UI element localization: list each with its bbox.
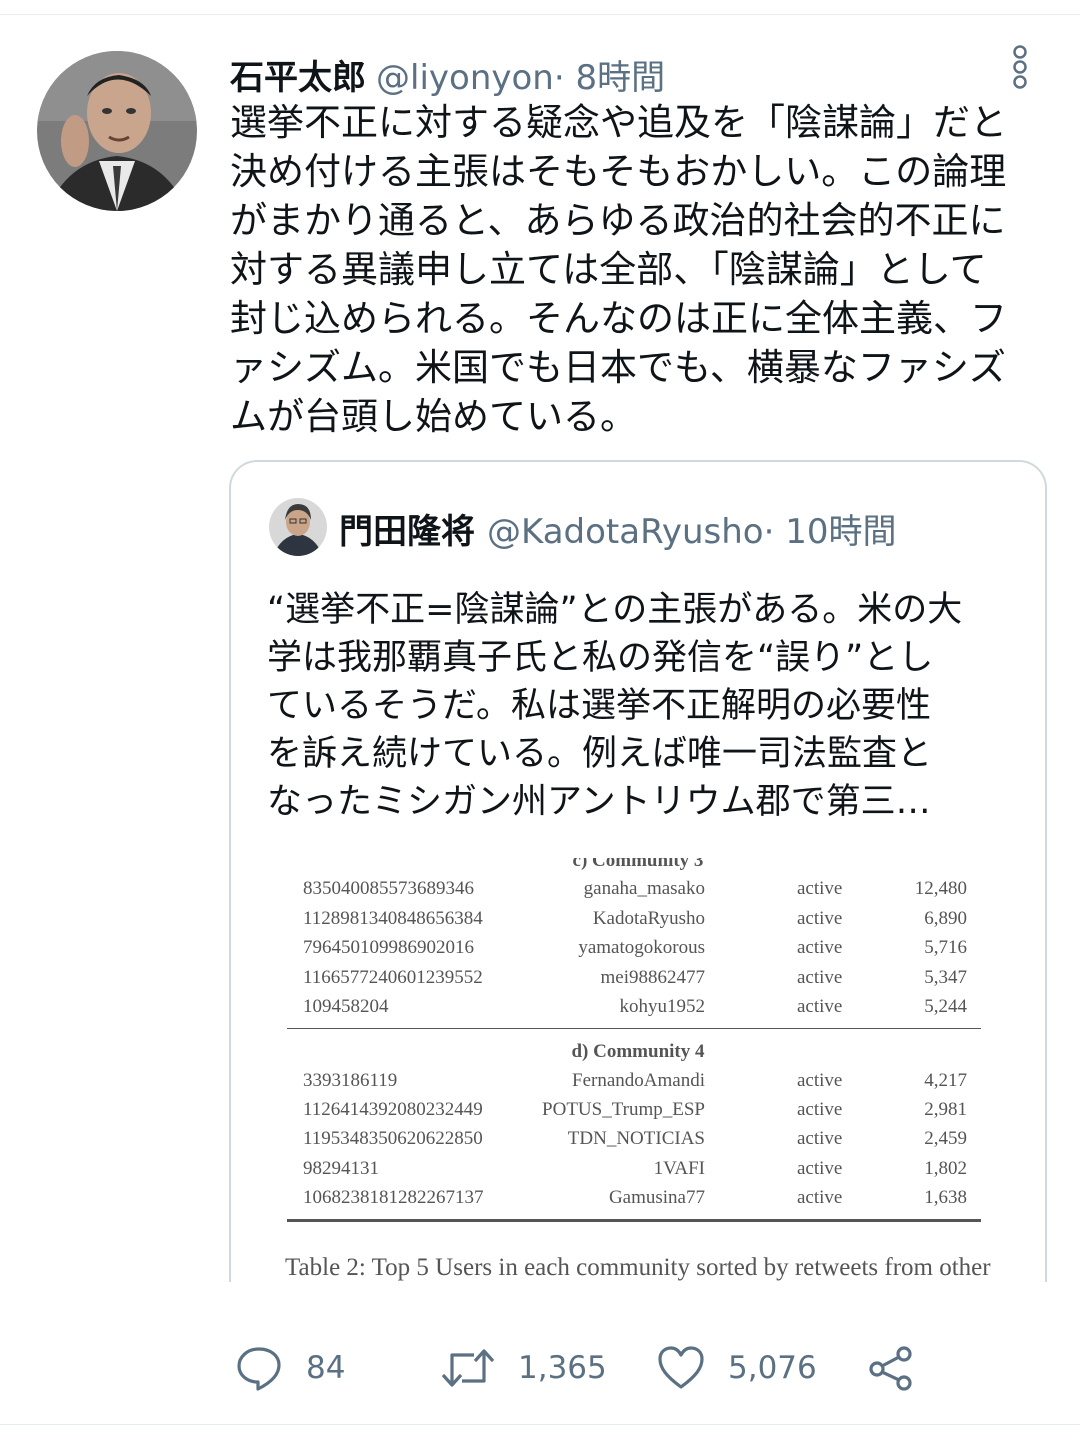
table-row: 3393186119 FernandoAmandi active 4,217 — [303, 1070, 967, 1091]
reply-button[interactable]: 84 — [234, 1340, 345, 1396]
quote-author-handle[interactable]: @KadotaRyusho — [487, 512, 764, 552]
reply-icon — [234, 1343, 284, 1393]
reply-count: 84 — [306, 1350, 346, 1386]
table-row: 109458204 kohyu1952 active 5,244 — [303, 996, 967, 1017]
author-name[interactable]: 石平太郎 — [230, 50, 366, 99]
retweet-button[interactable]: 1,365 — [440, 1340, 607, 1396]
more-icon[interactable] — [1008, 44, 1032, 90]
quote-attached-image[interactable]: c) Community 3 835040085573689346 ganaha… — [231, 858, 1045, 1282]
quote-header: 門田隆将 @KadotaRyusho · 10時間 — [339, 504, 896, 553]
table-rule — [287, 1219, 981, 1222]
section-label: c) Community 3 — [572, 858, 704, 871]
table-rule — [287, 1028, 981, 1029]
share-icon — [866, 1343, 916, 1393]
share-button[interactable] — [866, 1340, 916, 1396]
table-row: 98294131 1VAFI active 1,802 — [303, 1158, 967, 1179]
quoted-tweet-card[interactable]: 門田隆将 @KadotaRyusho · 10時間 “選挙不正=陰謀論”との主張… — [229, 460, 1047, 1282]
author-avatar[interactable] — [37, 51, 197, 211]
quote-text: “選挙不正=陰謀論”との主張がある。米の大 学は我那覇真子氏と私の発信を“誤り”… — [267, 590, 963, 822]
retweet-count: 1,365 — [518, 1350, 607, 1386]
quote-timestamp[interactable]: · 10時間 — [764, 504, 897, 553]
quote-author-name[interactable]: 門田隆将 — [339, 504, 475, 553]
table-row: 1128981340848656384 KadotaRyusho active … — [303, 908, 967, 929]
bottom-divider — [0, 1424, 1080, 1425]
table-row: 796450109986902016 yamatogokorous active… — [303, 937, 967, 958]
table-caption: Table 2: Top 5 Users in each community s… — [285, 1254, 991, 1281]
tweet-action-bar: 84 1,365 5,076 — [0, 1340, 1080, 1400]
like-button[interactable]: 5,076 — [656, 1340, 817, 1396]
retweet-icon — [440, 1343, 496, 1393]
table-row: 1068238181282267137 Gamusina77 active 1,… — [303, 1187, 967, 1208]
tweet-header: 石平太郎 @liyonyon · 8時間 — [230, 50, 665, 98]
author-handle[interactable]: @liyonyon — [376, 58, 554, 98]
top-divider — [0, 14, 1080, 15]
quote-author-avatar[interactable] — [269, 498, 327, 556]
like-icon — [656, 1343, 706, 1393]
table-row: 1195348350620622850 TDN_NOTICIAS active … — [303, 1128, 967, 1149]
table-row: 1126414392080232449 POTUS_Trump_ESP acti… — [303, 1099, 967, 1120]
section-label: d) Community 4 — [571, 1041, 705, 1062]
tweet-text: 選挙不正に対する疑念や追及を「陰謀論」だと 決め付ける主張はそもそもおかしい。こ… — [230, 101, 1007, 438]
tweet-timestamp[interactable]: · 8時間 — [554, 50, 665, 99]
table-row: 835040085573689346 ganaha_masako active … — [303, 878, 967, 899]
table-row: 1166577240601239552 mei98862477 active 5… — [303, 967, 967, 988]
like-count: 5,076 — [728, 1350, 817, 1386]
